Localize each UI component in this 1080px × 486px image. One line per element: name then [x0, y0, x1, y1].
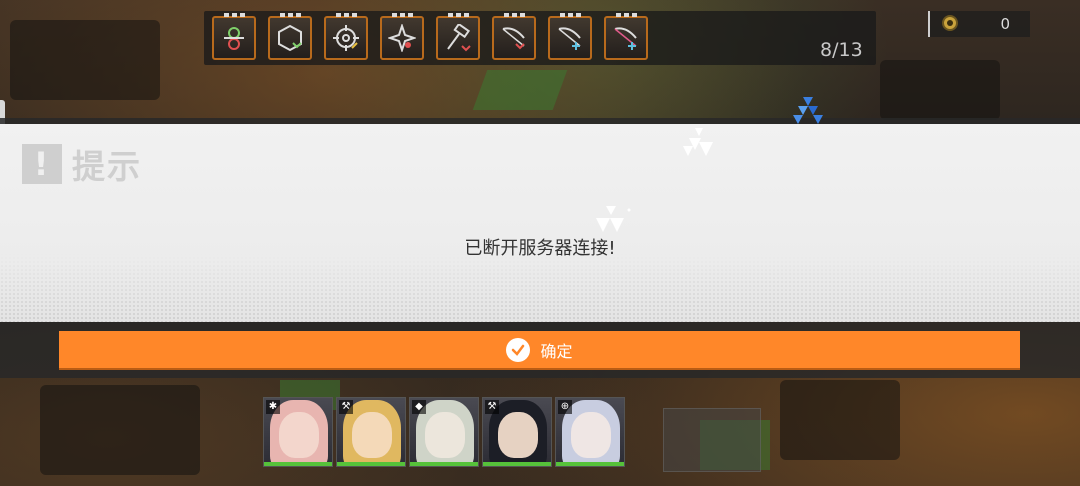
bow-icon [558, 27, 581, 50]
item-slot[interactable] [492, 13, 536, 60]
item-slot[interactable] [548, 13, 592, 60]
character-face [425, 412, 465, 458]
dialog-title: ! 提示 [22, 144, 142, 186]
item-slot[interactable] [324, 13, 368, 60]
stage-progress: 8/13 [820, 39, 863, 61]
character-portrait[interactable]: ⚒ [482, 397, 552, 467]
class-icon: ⚒ [485, 400, 499, 414]
character-portrait[interactable]: ⚒ [336, 397, 406, 467]
hp-bar [264, 462, 332, 466]
item-slot[interactable] [212, 13, 256, 60]
character-face [498, 412, 538, 458]
crystal-particle-icon [793, 97, 823, 124]
heal-icon [224, 27, 244, 50]
class-icon: ✱ [266, 400, 280, 414]
character-face [279, 412, 319, 458]
crystal-particle-icon [683, 128, 713, 156]
currency-value: 0 [1000, 15, 1010, 33]
burst-icon [388, 24, 416, 52]
dialog-message: 已断开服务器连接! [464, 238, 616, 259]
item-slot[interactable] [604, 13, 648, 60]
currency-display: 0 [928, 11, 1030, 37]
alert-dialog: ! 提示 已断开服务器连接! [0, 124, 1080, 322]
class-icon: ⊕ [558, 400, 572, 414]
character-portrait[interactable]: ◆ [409, 397, 479, 467]
character-portrait[interactable]: ⊕ [555, 397, 625, 467]
character-face [571, 412, 611, 458]
hp-bar [556, 462, 624, 466]
bow-icon [614, 27, 637, 50]
coin-icon [942, 15, 958, 31]
hp-bar [410, 462, 478, 466]
bow-icon [502, 27, 525, 50]
check-icon [506, 337, 531, 362]
hp-bar [483, 462, 551, 466]
confirm-button[interactable]: 确定 [59, 331, 1020, 368]
character-portrait[interactable]: ✱ [263, 397, 333, 467]
empty-team-slot[interactable] [663, 408, 761, 472]
character-face [352, 412, 392, 458]
confirm-label: 确定 [540, 341, 573, 361]
class-icon: ◆ [412, 400, 426, 414]
item-slot[interactable] [380, 13, 424, 60]
class-icon: ⚒ [339, 400, 353, 414]
exclamation-icon: ! [22, 144, 62, 184]
item-slot[interactable] [268, 13, 312, 60]
hp-bar [337, 462, 405, 466]
item-bar: 8/13 [204, 11, 876, 65]
dialog-title-text: 提示 [72, 147, 142, 186]
crosshair-icon [333, 25, 359, 51]
crystal-particle-icon [596, 206, 631, 232]
item-slot[interactable] [436, 13, 480, 60]
hammer-icon [447, 24, 471, 52]
shield-box-icon [278, 24, 302, 52]
